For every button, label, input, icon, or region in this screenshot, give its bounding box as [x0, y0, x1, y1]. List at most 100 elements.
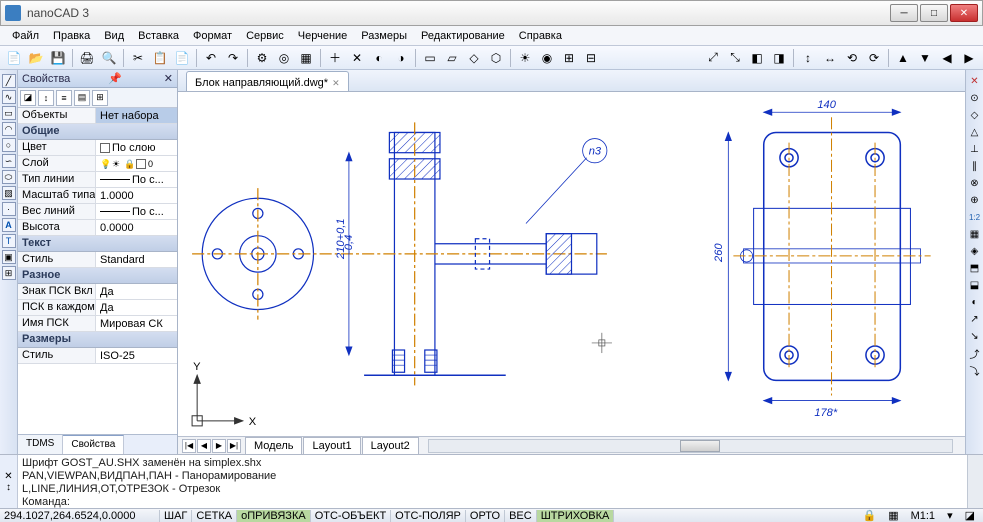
tool-icon[interactable]: ⚙: [252, 48, 272, 68]
prop-row[interactable]: Знак ПСК ВклДа: [18, 284, 177, 300]
section-misc[interactable]: Разное: [18, 268, 177, 284]
tool-icon[interactable]: ⬡: [486, 48, 506, 68]
toggle-hatch[interactable]: ШТРИХОВКА: [537, 510, 615, 522]
tool-icon[interactable]: ▶: [959, 48, 979, 68]
open-icon[interactable]: 📂: [26, 48, 46, 68]
toggle-lwt[interactable]: ВЕС: [505, 510, 537, 522]
prop-tool-icon[interactable]: ≡: [56, 90, 72, 106]
tool-icon[interactable]: ✕: [347, 48, 367, 68]
spline-tool-icon[interactable]: ∽: [2, 154, 16, 168]
zoom-icon[interactable]: ✕: [968, 74, 982, 88]
prop-row-height[interactable]: Высота0.0000: [18, 220, 177, 236]
text-tool-icon[interactable]: A: [2, 218, 16, 232]
circle-tool-icon[interactable]: ○: [2, 138, 16, 152]
menu-modify[interactable]: Редактирование: [415, 28, 511, 44]
paste-icon[interactable]: 📄: [172, 48, 192, 68]
menu-edit[interactable]: Правка: [47, 28, 96, 44]
tool-icon[interactable]: ▦: [968, 227, 982, 241]
tool-icon[interactable]: ⬓: [968, 278, 982, 292]
block-tool-icon[interactable]: ▣: [2, 250, 16, 264]
tool-icon[interactable]: ⊞: [559, 48, 579, 68]
point-tool-icon[interactable]: ·: [2, 202, 16, 216]
menu-service[interactable]: Сервис: [240, 28, 290, 44]
tool-icon[interactable]: ⤵: [968, 363, 982, 377]
prop-tool-icon[interactable]: ↕: [38, 90, 54, 106]
minimize-button[interactable]: ─: [890, 4, 918, 22]
tool-icon[interactable]: ▦: [296, 48, 316, 68]
tool-icon[interactable]: ▼: [915, 48, 935, 68]
cmd-pin-icon[interactable]: ↕: [6, 482, 11, 493]
tool-icon[interactable]: ◧: [747, 48, 767, 68]
prop-row-linetype[interactable]: Тип линииПо с...: [18, 172, 177, 188]
h-scrollbar[interactable]: [428, 439, 953, 453]
lock-icon[interactable]: 🔒: [858, 509, 880, 522]
maximize-button[interactable]: □: [920, 4, 948, 22]
menu-dims[interactable]: Размеры: [355, 28, 413, 44]
tool-icon[interactable]: ◉: [537, 48, 557, 68]
menu-draw[interactable]: Черчение: [292, 28, 354, 44]
tool-icon[interactable]: ◎: [274, 48, 294, 68]
panel-close-icon[interactable]: ✕: [164, 72, 173, 85]
tool-icon[interactable]: ⤡: [725, 48, 745, 68]
tool-icon[interactable]: ↕: [798, 48, 818, 68]
prop-row[interactable]: ПСК в каждом ...Да: [18, 300, 177, 316]
toggle-ortho[interactable]: ОРТО: [466, 510, 505, 522]
toggle-polar[interactable]: ОТС-ПОЛЯР: [391, 510, 466, 522]
snap-icon[interactable]: △: [968, 125, 982, 139]
snap-icon[interactable]: ⊥: [968, 142, 982, 156]
menu-help[interactable]: Справка: [513, 28, 568, 44]
grid-icon[interactable]: ▦: [884, 509, 902, 522]
tab-nav-next-icon[interactable]: ▶: [212, 439, 226, 453]
scale-icon[interactable]: 1:2: [968, 210, 982, 224]
cmd-scrollbar[interactable]: [967, 455, 983, 508]
arc-tool-icon[interactable]: ◠: [2, 122, 16, 136]
scrollbar-thumb[interactable]: [680, 440, 720, 452]
status-scale[interactable]: М1:1: [907, 510, 939, 522]
polyline-tool-icon[interactable]: ∿: [2, 90, 16, 104]
toggle-snap[interactable]: ШАГ: [160, 510, 192, 522]
drawing-canvas[interactable]: 210+0,1 -0,4 n3 X Y: [178, 92, 965, 436]
rect-tool-icon[interactable]: ▭: [2, 106, 16, 120]
prop-tool-icon[interactable]: ▤: [74, 90, 90, 106]
layout-tab-2[interactable]: Layout2: [362, 437, 419, 455]
prop-row-dimstyle[interactable]: СтильISO-25: [18, 348, 177, 364]
menu-format[interactable]: Формат: [187, 28, 238, 44]
prop-row-textstyle[interactable]: СтильStandard: [18, 252, 177, 268]
toggle-otrack[interactable]: ОТС-ОБЪЕКТ: [311, 510, 391, 522]
tool-icon[interactable]: ◐: [968, 295, 982, 309]
cmd-close-icon[interactable]: ✕: [4, 471, 12, 482]
section-dims[interactable]: Размеры: [18, 332, 177, 348]
tool-icon[interactable]: ⊟: [581, 48, 601, 68]
tool-icon[interactable]: ▲: [893, 48, 913, 68]
prop-row-color[interactable]: ЦветПо слою: [18, 140, 177, 156]
save-icon[interactable]: 💾: [48, 48, 68, 68]
command-log[interactable]: Шрифт GOST_AU.SHX заменён на simplex.shx…: [18, 455, 967, 508]
cut-icon[interactable]: ✂: [128, 48, 148, 68]
tool-icon[interactable]: ◀: [937, 48, 957, 68]
pin-icon[interactable]: 📌: [108, 72, 122, 85]
redo-icon[interactable]: ↷: [223, 48, 243, 68]
tool-icon[interactable]: ⬒: [968, 261, 982, 275]
table-tool-icon[interactable]: ⊞: [2, 266, 16, 280]
print-icon[interactable]: 🖨: [77, 48, 97, 68]
preview-icon[interactable]: 🔍: [99, 48, 119, 68]
prop-tool-icon[interactable]: ⊞: [92, 90, 108, 106]
tool-icon[interactable]: ⤴: [968, 346, 982, 360]
tool-icon[interactable]: ＋: [325, 48, 345, 68]
prop-row-layer[interactable]: Слой💡☀🔒0: [18, 156, 177, 172]
ellipse-tool-icon[interactable]: ⬭: [2, 170, 16, 184]
toggle-osnap[interactable]: оПРИВЯЗКА: [237, 510, 311, 522]
snap-icon[interactable]: ∥: [968, 159, 982, 173]
snap-icon[interactable]: ⊙: [968, 91, 982, 105]
undo-icon[interactable]: ↶: [201, 48, 221, 68]
layout-tab-1[interactable]: Layout1: [303, 437, 360, 455]
tool-icon[interactable]: ⟲: [842, 48, 862, 68]
menu-file[interactable]: Файл: [6, 28, 45, 44]
tool-icon[interactable]: ◐: [369, 48, 389, 68]
prop-tool-icon[interactable]: ◪: [20, 90, 36, 106]
menu-insert[interactable]: Вставка: [132, 28, 185, 44]
line-tool-icon[interactable]: ╱: [2, 74, 16, 88]
close-button[interactable]: ✕: [950, 4, 978, 22]
object-row[interactable]: Объекты Нет набора: [18, 108, 177, 124]
snap-icon[interactable]: ⊕: [968, 193, 982, 207]
